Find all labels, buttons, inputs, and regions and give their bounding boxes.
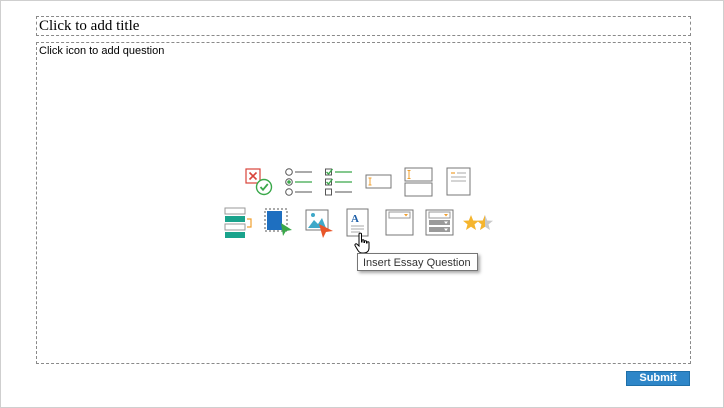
matching-icon[interactable] [404,167,434,197]
multiple-choice-icon[interactable] [284,168,314,196]
tooltip: Insert Essay Question [357,253,478,271]
svg-text:A: A [351,213,359,225]
title-field[interactable]: Click to add title [36,16,691,36]
word-bank-icon[interactable] [223,207,255,239]
submit-button[interactable]: Submit [626,371,690,386]
click-map-icon[interactable] [264,208,294,238]
dropdown-icon[interactable] [385,209,415,237]
true-false-icon[interactable] [245,168,273,196]
question-hint: Click icon to add question [39,45,165,57]
title-placeholder: Click to add title [39,18,140,34]
question-area[interactable]: Click icon to add question [36,42,691,364]
tooltip-text: Insert Essay Question [363,257,471,269]
fill-in-blank-icon[interactable] [365,173,393,191]
rating-stars-icon[interactable] [463,213,495,233]
multi-dropdown-icon[interactable] [425,209,455,237]
multiple-response-icon[interactable] [324,168,354,196]
form-canvas: Click to add title Click icon to add que… [0,0,724,408]
image-hotspot-icon[interactable] [305,209,335,239]
sequence-icon[interactable] [446,167,472,197]
